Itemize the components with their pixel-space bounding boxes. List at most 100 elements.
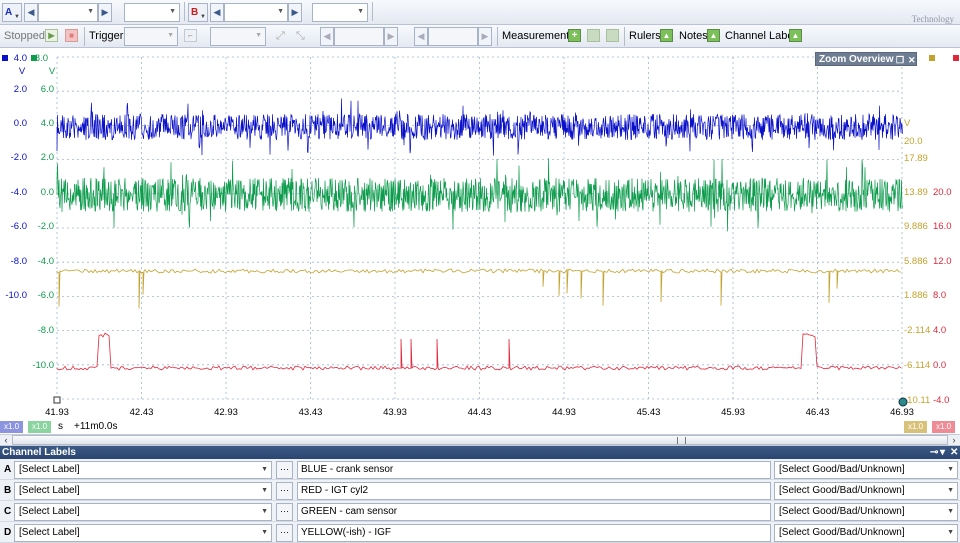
time-unit: s xyxy=(58,421,63,432)
scope-view[interactable]: 4.0 8.0 V V 2.0 0.0 -2.0 -4.0 -6.0 -8.0 -10.0 6.0 4.… xyxy=(0,48,960,421)
label-select[interactable]: [Select Label] xyxy=(14,461,272,479)
close-panel-icon[interactable]: ✕ xyxy=(950,446,958,459)
channel-label-row: D [Select Label] ··· YELLOW(-ish) - IGF … xyxy=(0,522,960,543)
rulers-toggle-icon[interactable]: ▲ xyxy=(660,29,673,42)
start-capture-button[interactable]: ▶ xyxy=(45,29,58,42)
edit-label-button[interactable]: ··· xyxy=(276,524,293,542)
toolbar-divider xyxy=(84,27,85,46)
pretrigger-prev-arrow[interactable]: ◀ xyxy=(414,27,428,46)
scroll-right-arrow[interactable]: › xyxy=(948,435,960,445)
toolbar-divider xyxy=(624,27,625,46)
channel-toolbar: A▼ ◀ ▶ B▼ ◀ ▶ Technology xyxy=(0,0,960,25)
notes-toggle-icon[interactable]: ▲ xyxy=(707,29,720,42)
restore-icon[interactable]: ❐ xyxy=(896,53,904,67)
green-axis-label: 0.0 xyxy=(41,187,54,198)
edit-label-button[interactable]: ··· xyxy=(276,482,293,500)
label-select[interactable]: [Select Label] xyxy=(14,503,272,521)
edit-label-button[interactable]: ··· xyxy=(276,461,293,479)
channel-letter: D xyxy=(4,527,12,538)
rating-select[interactable]: [Select Good/Bad/Unknown] xyxy=(774,461,958,479)
trigger-level-field[interactable] xyxy=(334,27,384,46)
yellow-axis-label: -6.114 xyxy=(904,360,930,371)
yellow-axis-label: 5.886 xyxy=(904,256,928,267)
channel-a-coupling-select[interactable] xyxy=(124,3,180,22)
channel-b-range-next-arrow[interactable]: ▶ xyxy=(288,3,302,22)
blue-axis-label: -10.0 xyxy=(5,290,27,301)
channel-a-button[interactable]: A ▼ xyxy=(2,3,22,22)
stop-capture-button[interactable]: ■ xyxy=(65,29,78,42)
rating-select[interactable]: [Select Good/Bad/Unknown] xyxy=(774,503,958,521)
blue-axis-label: 4.0 xyxy=(14,53,27,64)
channel-d-zoom-badge[interactable]: x1.0 xyxy=(904,421,928,433)
advanced-trigger-icon[interactable]: ⌐ xyxy=(184,29,197,42)
toolbar-divider xyxy=(372,2,373,21)
time-tick-label: 42.93 xyxy=(214,407,238,418)
rating-select[interactable]: [Select Good/Bad/Unknown] xyxy=(774,524,958,542)
green-axis-label: 8.0 xyxy=(35,53,48,64)
channel-c-zoom-badge[interactable]: x1.0 xyxy=(28,421,52,433)
close-icon[interactable]: ✕ xyxy=(908,53,916,67)
blue-axis-label: 2.0 xyxy=(14,84,27,95)
measurements-label: Measurements xyxy=(502,30,575,42)
trigger-level-prev-arrow[interactable]: ◀ xyxy=(320,27,334,46)
add-measurement-button[interactable]: + xyxy=(568,29,581,42)
channel-a-zoom-badge[interactable]: x1.0 xyxy=(0,421,24,433)
delete-measurement-button[interactable] xyxy=(606,29,619,42)
channel-description-field[interactable]: BLUE - crank sensor xyxy=(297,461,771,479)
blue-axis-label: -2.0 xyxy=(11,152,27,163)
channel-description-field[interactable]: GREEN - cam sensor xyxy=(297,503,771,521)
edit-label-button[interactable]: ··· xyxy=(276,503,293,521)
channel-b-range-prev-arrow[interactable]: ◀ xyxy=(210,3,224,22)
trigger-channel-select[interactable] xyxy=(210,27,266,46)
channel-a-range-next-arrow[interactable]: ▶ xyxy=(98,3,112,22)
zoom-overview-header[interactable]: Zoom Overview ❐ ✕ xyxy=(815,52,917,66)
pretrigger-next-arrow[interactable]: ▶ xyxy=(478,27,492,46)
green-axis-label: -10.0 xyxy=(32,360,54,371)
yellow-axis-label: 1.886 xyxy=(904,290,928,301)
trigger-mode-select[interactable] xyxy=(124,27,178,46)
horizontal-scrollbar[interactable]: ‹ › xyxy=(0,434,960,446)
red-axis-label: 12.0 xyxy=(933,256,952,267)
channel-a-range-select[interactable] xyxy=(38,3,98,22)
channel-b-letter: B xyxy=(191,7,199,18)
label-select[interactable]: [Select Label] xyxy=(14,524,272,542)
green-axis-label: -2.0 xyxy=(38,221,54,232)
label-select[interactable]: [Select Label] xyxy=(14,482,272,500)
channel-b-button[interactable]: B ▼ xyxy=(188,3,208,22)
pretrigger-field[interactable] xyxy=(428,27,478,46)
blue-axis-label: -6.0 xyxy=(11,221,27,232)
waveform-plot[interactable]: 4.0 8.0V V2.00.0-2.0-4.0-6.0-8.0-10.06.04.… xyxy=(0,48,960,421)
scroll-left-arrow[interactable]: ‹ xyxy=(0,435,12,445)
yellow-axis-label: V xyxy=(904,118,911,129)
channel-a-range-prev-arrow[interactable]: ◀ xyxy=(24,3,38,22)
time-tick-label: 45.43 xyxy=(637,407,661,418)
blue-axis-label: -8.0 xyxy=(11,256,27,267)
channel-letter: A xyxy=(4,464,12,475)
channel-description-field[interactable]: RED - IGT cyl2 xyxy=(297,482,771,500)
channel-labels-toggle-icon[interactable]: ▲ xyxy=(789,29,802,42)
blue-axis-unit: V xyxy=(19,66,26,77)
rating-select[interactable]: [Select Good/Bad/Unknown] xyxy=(774,482,958,500)
green-axis-label: 6.0 xyxy=(41,84,54,95)
scrollbar-thumb[interactable] xyxy=(12,435,948,445)
ruler-end-handle xyxy=(898,397,908,407)
channel-b-coupling-select[interactable] xyxy=(312,3,368,22)
green-axis-label: -8.0 xyxy=(38,325,54,336)
channel-b-zoom-badge[interactable]: x1.0 xyxy=(932,421,956,433)
pin-icon[interactable]: ⊸ xyxy=(930,446,938,459)
falling-edge-icon[interactable]: ⤡ xyxy=(296,30,305,43)
channel-b-range-select[interactable] xyxy=(224,3,288,22)
yellow-axis-label: -2.114 xyxy=(904,325,930,336)
channel-label-row: A [Select Label] ··· BLUE - crank sensor… xyxy=(0,459,960,480)
edit-measurement-button[interactable] xyxy=(587,29,600,42)
time-tick-label: 42.43 xyxy=(130,407,154,418)
blue-axis-label: 0.0 xyxy=(14,118,27,129)
channel-description-field[interactable]: YELLOW(-ish) - IGF xyxy=(297,524,771,542)
dropdown-icon[interactable]: ▾ xyxy=(940,446,945,459)
channel-d-indicator-icon xyxy=(929,55,935,61)
green-axis-label: 2.0 xyxy=(41,152,54,163)
trigger-level-next-arrow[interactable]: ▶ xyxy=(384,27,398,46)
toolbar-divider xyxy=(497,27,498,46)
rising-edge-icon[interactable]: ⤢ xyxy=(276,30,285,43)
time-tick-label: 44.93 xyxy=(552,407,576,418)
